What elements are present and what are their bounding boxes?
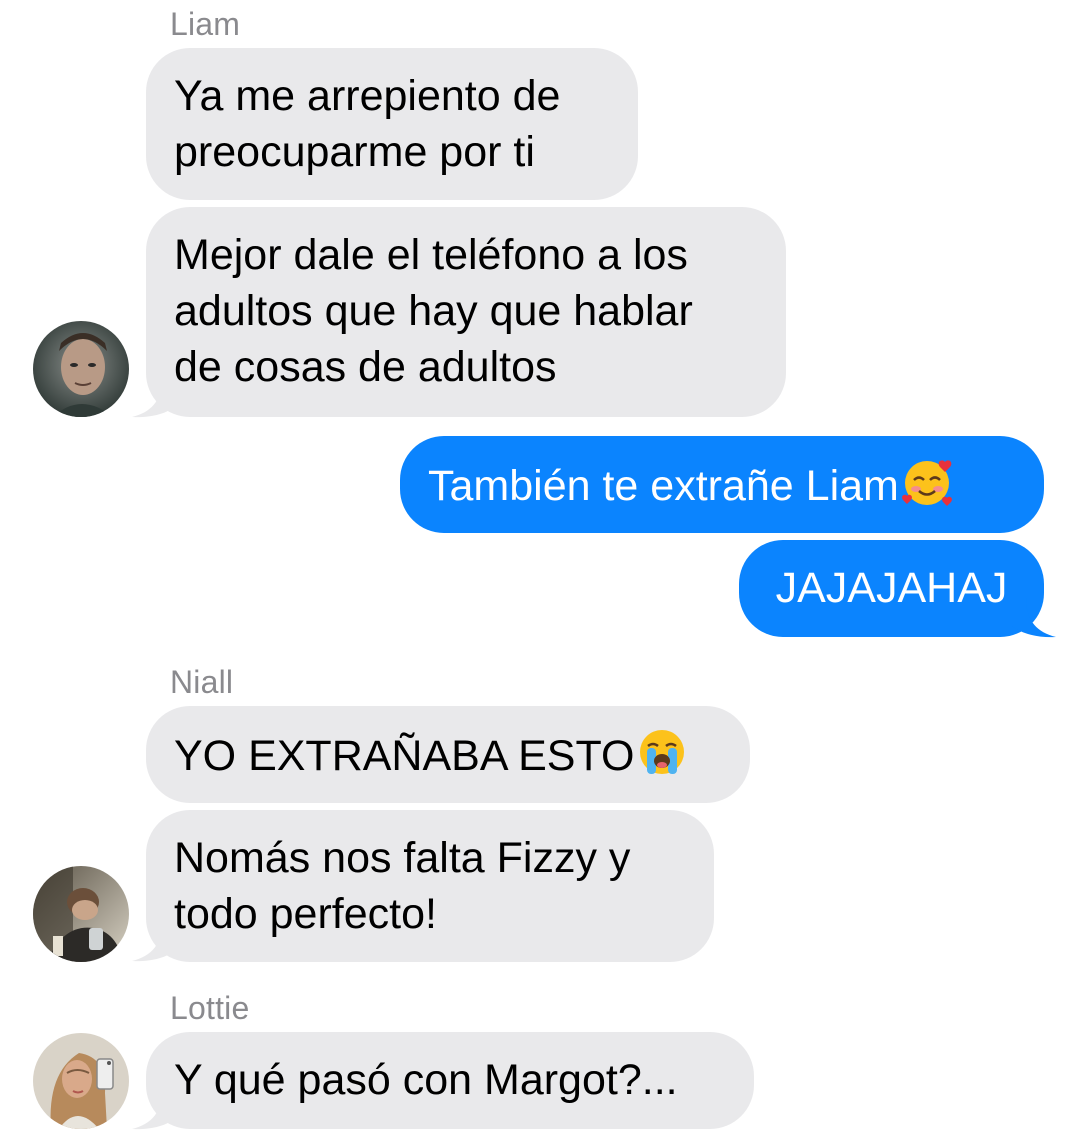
message-bubble-outgoing[interactable]: También te extrañe Liam — [400, 436, 1044, 533]
message-text: También te extrañe Liam — [428, 462, 899, 510]
message-bubble[interactable]: Y qué pasó con Margot?... — [146, 1032, 754, 1129]
lottie-avatar[interactable] — [33, 1033, 129, 1129]
message-bubble-outgoing[interactable]: JAJAJAHAJ — [739, 540, 1044, 637]
message-bubble[interactable]: YO EXTRAÑABA ESTO — [146, 706, 750, 803]
message-bubble[interactable]: Mejor dale el teléfono a los adultos que… — [146, 207, 786, 417]
bubble-tail — [1012, 598, 1056, 638]
loudly-crying-face-icon — [640, 730, 685, 774]
liam-avatar[interactable] — [33, 321, 129, 417]
sender-name-lottie: Lottie — [170, 990, 250, 1026]
smiling-face-with-hearts-icon — [901, 460, 952, 506]
message-bubble[interactable]: Ya me arrepiento de preocuparme por ti — [146, 48, 638, 200]
bubble-tail — [132, 1090, 176, 1130]
niall-avatar[interactable] — [33, 866, 129, 962]
message-text: YO EXTRAÑABA ESTO — [174, 732, 635, 780]
bubble-tail — [132, 922, 176, 962]
sender-name-niall: Niall — [170, 664, 234, 700]
message-bubble[interactable]: Nomás nos falta Fizzy y todo perfecto! — [146, 810, 714, 962]
bubble-tail — [132, 378, 176, 418]
sender-name-liam: Liam — [170, 6, 241, 42]
